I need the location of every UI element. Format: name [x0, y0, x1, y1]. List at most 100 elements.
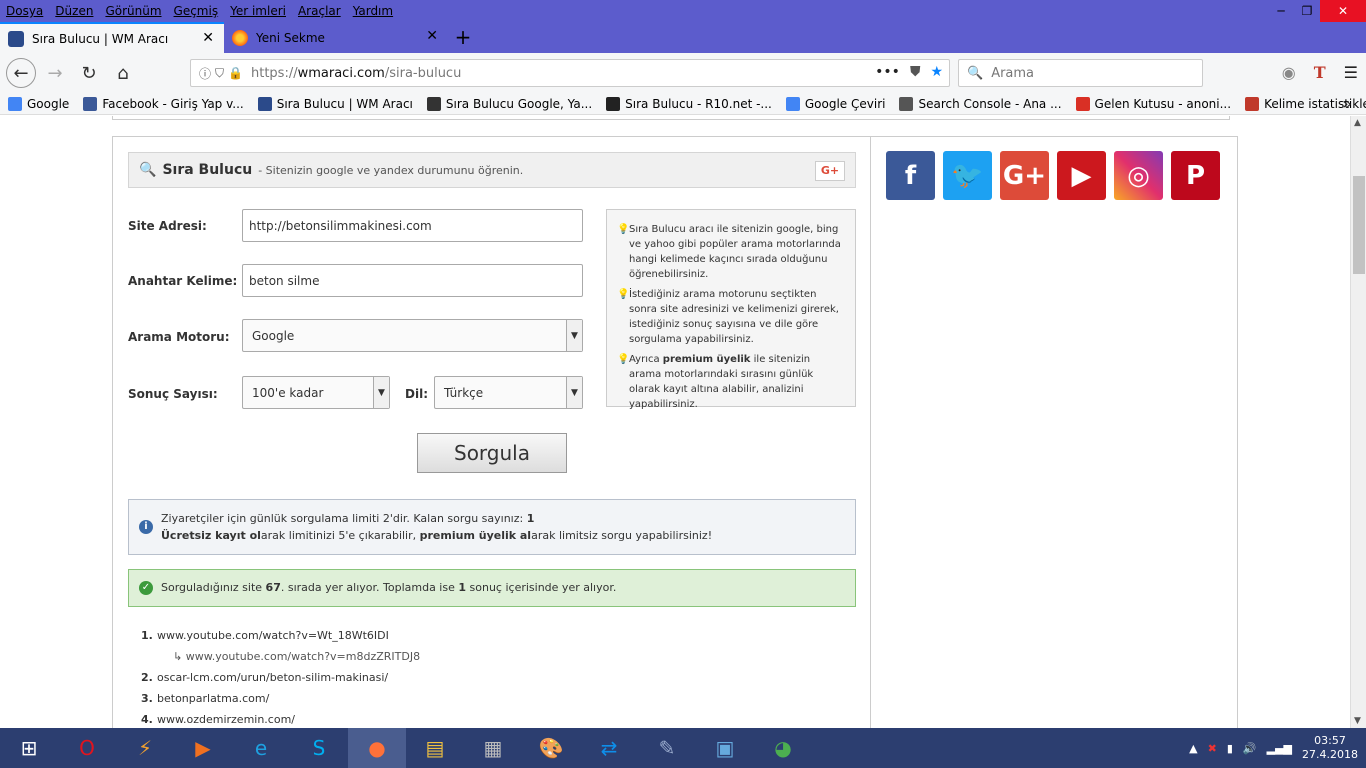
photos-icon[interactable]: ▣ — [696, 728, 754, 768]
submit-button[interactable]: Sorgula — [417, 433, 567, 473]
facebook-icon[interactable]: f — [886, 151, 935, 200]
back-button[interactable]: ← — [6, 58, 36, 88]
result-link[interactable]: ↳ www.youtube.com/watch?v=m8dzZRITDJ8 — [157, 650, 420, 663]
bookmark-item[interactable]: Search Console - Ana ... — [899, 96, 1062, 111]
more-bookmarks-icon[interactable]: » — [1342, 94, 1352, 113]
scrollbar-thumb[interactable] — [1353, 176, 1365, 274]
close-tab-icon[interactable]: ✕ — [202, 30, 214, 46]
url-bar[interactable]: ⓘ ⛉ 🔒 https://wmaraci.com/sira-bulucu ••… — [190, 59, 950, 87]
result-link[interactable]: www.ozdemirzemin.com/ — [157, 713, 295, 726]
page-scrollbar[interactable]: ▲ ▼ — [1350, 116, 1366, 728]
youtube-icon[interactable]: ▶ — [1057, 151, 1106, 200]
premium-link[interactable]: premium üyelik — [663, 354, 751, 365]
bookmark-item[interactable]: Google Çeviri — [785, 96, 885, 111]
bookmark-star-icon[interactable]: ★ — [930, 64, 943, 80]
results-list: 1. www.youtube.com/watch?v=Wt_18Wt6IDI ↳ w… — [141, 625, 420, 728]
menu-gorunum[interactable]: Görünüm — [99, 4, 167, 18]
gplus-share-button[interactable]: G+ — [815, 161, 845, 181]
bookmark-item[interactable]: Facebook - Giriş Yap v... — [83, 96, 244, 111]
pocket-icon[interactable]: ⛊ — [910, 64, 921, 80]
menu-gecmis[interactable]: Geçmiş — [168, 4, 225, 18]
shield-icon[interactable]: ⛉ — [215, 66, 224, 81]
bookmark-item[interactable]: Gelen Kutusu - anoni... — [1075, 96, 1231, 111]
bookmark-icon — [83, 96, 98, 111]
lock-icon[interactable]: 🔒 — [228, 66, 243, 80]
scroll-down-icon[interactable]: ▼ — [1354, 716, 1361, 726]
result-link[interactable]: betonparlatma.com/ — [157, 692, 269, 705]
skype-icon[interactable]: S — [290, 728, 348, 768]
reload-button[interactable]: ↻ — [74, 58, 104, 88]
result-link[interactable]: www.youtube.com/watch?v=Wt_18Wt6IDI — [157, 629, 389, 642]
scroll-up-icon[interactable]: ▲ — [1354, 118, 1361, 128]
opera-icon[interactable]: O — [58, 728, 116, 768]
twitter-icon[interactable]: 🐦 — [943, 151, 992, 200]
close-window-button[interactable]: ✕ — [1320, 0, 1366, 22]
volume-icon[interactable]: 🔊 — [1243, 742, 1257, 755]
bookmark-item[interactable]: Google — [8, 96, 69, 111]
clock[interactable]: 03:57 27.4.2018 — [1302, 734, 1358, 762]
info-item: 💡 Sıra Bulucu aracı ile sitenizin google,… — [617, 224, 841, 280]
forward-button[interactable]: → — [40, 58, 70, 88]
media-player-icon[interactable]: ▶ — [174, 728, 232, 768]
chrome-icon[interactable]: ◕ — [754, 728, 812, 768]
teamviewer-icon[interactable]: ⇄ — [580, 728, 638, 768]
bookmark-item[interactable]: Sıra Bulucu - R10.net -... — [606, 96, 772, 111]
bookmark-item[interactable]: Sıra Bulucu | WM Aracı — [257, 96, 413, 111]
notepad-icon[interactable]: ✎ — [638, 728, 696, 768]
winamp-icon[interactable]: ⚡ — [116, 728, 174, 768]
bookmark-item[interactable]: Sıra Bulucu Google, Ya... — [426, 96, 592, 111]
menu-bar: Dosya Düzen Görünüm Geçmiş Yer imleri Ar… — [0, 0, 1366, 22]
firefox-taskbar-icon[interactable]: ● — [348, 728, 406, 768]
register-link[interactable]: Ücretsiz kayıt ol — [161, 529, 261, 542]
result-link[interactable]: oscar-lcm.com/urun/beton-silim-makinasi/ — [157, 671, 388, 684]
hamburger-menu-icon[interactable]: ☰ — [1344, 63, 1358, 82]
signal-icon[interactable]: ▂▄▆ — [1267, 742, 1292, 755]
new-tab-button[interactable]: + — [448, 22, 478, 53]
url-text[interactable]: https://wmaraci.com/sira-bulucu — [251, 66, 461, 81]
tray-arrow-icon[interactable]: ▲ — [1189, 742, 1197, 755]
menu-dosya[interactable]: Dosya — [0, 4, 49, 18]
pinterest-icon[interactable]: P — [1171, 151, 1220, 200]
globe-icon[interactable]: ◉ — [1282, 63, 1296, 82]
windows-start-icon[interactable]: ⊞ — [0, 728, 58, 768]
site-input[interactable]: http://betonsilimmakinesi.com — [242, 209, 583, 242]
restore-button[interactable]: ❐ — [1294, 0, 1320, 22]
magnifier-icon: 🔍 — [139, 162, 157, 178]
internet-explorer-icon[interactable]: e — [232, 728, 290, 768]
menu-duzen[interactable]: Düzen — [49, 4, 99, 18]
menu-yardim[interactable]: Yardım — [347, 4, 399, 18]
translate-icon[interactable]: T — [1314, 63, 1326, 82]
result-item: 3. betonparlatma.com/ — [141, 692, 270, 705]
limit-notice: i Ziyaretçiler için günlük sorgulama lim… — [128, 499, 856, 555]
minimize-button[interactable]: ─ — [1268, 0, 1294, 22]
lang-select[interactable]: Türkçe ▼ — [434, 376, 583, 409]
calculator-icon[interactable]: ▦ — [464, 728, 522, 768]
battery-icon[interactable]: ▮ — [1227, 742, 1233, 755]
network-warning-icon[interactable]: ✖ — [1208, 742, 1217, 755]
info-icon[interactable]: ⓘ — [199, 65, 211, 82]
more-icon[interactable]: ••• — [875, 64, 900, 80]
menu-araclar[interactable]: Araçlar — [292, 4, 347, 18]
tab-sira-bulucu[interactable]: Sıra Bulucu | WM Aracı ✕ — [0, 22, 224, 53]
google-plus-icon[interactable]: G+ — [1000, 151, 1049, 200]
firefox-icon — [232, 29, 248, 46]
result-item: 2. oscar-lcm.com/urun/beton-silim-makinas… — [141, 671, 389, 684]
keyword-input[interactable]: beton silme — [242, 264, 583, 297]
bookmark-icon — [785, 96, 800, 111]
paint-icon[interactable]: 🎨 — [522, 728, 580, 768]
engine-select[interactable]: Google ▼ — [242, 319, 583, 352]
menu-yer-imleri[interactable]: Yer imleri — [224, 4, 292, 18]
search-icon: 🔍 — [967, 65, 984, 81]
check-icon: ✓ — [139, 581, 153, 595]
tab-yeni-sekme[interactable]: Yeni Sekme ✕ — [224, 22, 448, 53]
premium-link[interactable]: premium üyelik al — [420, 529, 531, 542]
home-button[interactable]: ⌂ — [108, 58, 138, 88]
info-item: 💡 İstediğiniz arama motorunu seçtikten so… — [617, 289, 839, 345]
close-tab-icon[interactable]: ✕ — [426, 28, 438, 44]
instagram-icon[interactable]: ◎ — [1114, 151, 1163, 200]
lightbulb-icon: 💡 — [617, 224, 630, 235]
search-input[interactable]: 🔍 Arama — [958, 59, 1203, 87]
result-item: 1. www.youtube.com/watch?v=Wt_18Wt6IDI — [141, 629, 389, 642]
count-select[interactable]: 100'e kadar ▼ — [242, 376, 390, 409]
file-explorer-icon[interactable]: ▤ — [406, 728, 464, 768]
